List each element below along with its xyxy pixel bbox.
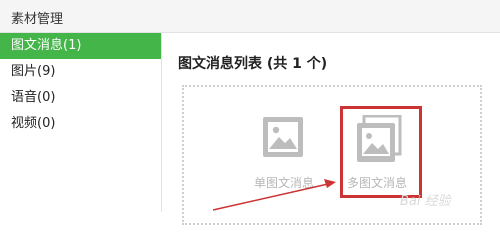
header-bar: 素材管理 <box>0 0 500 33</box>
sidebar-item-video[interactable]: 视频(0) <box>0 111 161 137</box>
sidebar-item-news[interactable]: 图文消息(1) <box>0 33 161 59</box>
sidebar-item-images[interactable]: 图片(9) <box>0 59 161 85</box>
single-news-button[interactable]: 单图文消息 <box>254 104 326 194</box>
page-title: 素材管理 <box>11 12 64 27</box>
single-news-label: 单图文消息 <box>254 176 315 190</box>
list-title: 图文消息列表 (共 1 个) <box>178 56 328 72</box>
watermark: Bai 经验 <box>400 194 451 209</box>
sidebar: 图文消息(1) 图片(9) 语音(0) 视频(0) <box>0 33 162 212</box>
sidebar-item-voice[interactable]: 语音(0) <box>0 85 161 111</box>
multi-news-label: 多图文消息 <box>347 176 408 190</box>
image-icon <box>262 116 304 162</box>
main-panel: 图文消息列表 (共 1 个) <box>162 33 500 225</box>
multi-image-icon <box>356 114 402 167</box>
